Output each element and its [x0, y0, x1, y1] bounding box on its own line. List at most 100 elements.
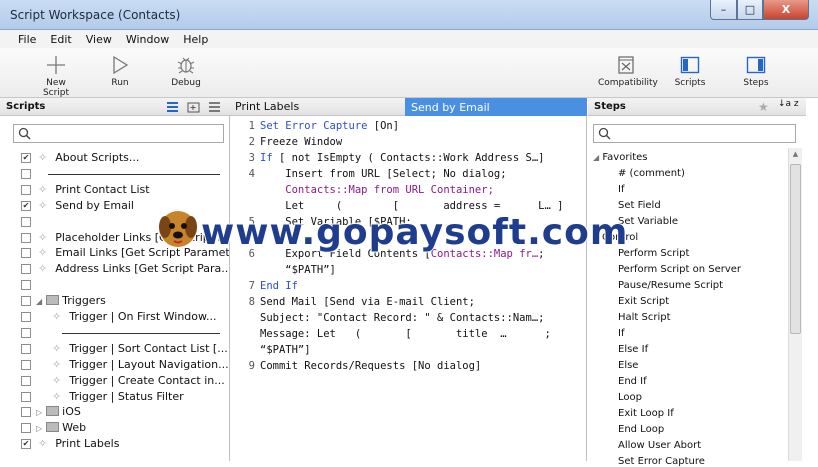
script-checkbox[interactable] [21, 168, 31, 179]
script-glyph-icon: ✧ [52, 310, 62, 323]
script-checkbox[interactable]: ✔ [21, 200, 31, 211]
compatibility-button[interactable]: Compatibility [598, 52, 658, 88]
script-checkbox[interactable]: ✔ [21, 153, 31, 163]
debug-button[interactable]: Debug [170, 52, 202, 88]
script-checkbox[interactable] [21, 359, 31, 370]
step-item[interactable]: Allow User Abort [618, 440, 701, 451]
script-line[interactable]: 2 Freeze Window [230, 135, 343, 150]
step-item[interactable]: Else If [618, 344, 648, 355]
step-item[interactable]: Else [618, 360, 638, 371]
menu-help[interactable]: Help [183, 33, 208, 46]
script-checkbox[interactable] [21, 312, 31, 322]
script-editor[interactable]: 1 Set Error Capture [On] 2 Freeze Window 3 If… [229, 116, 587, 461]
scripts-toggle-button[interactable]: Scripts [670, 52, 710, 88]
script-checkbox[interactable] [21, 391, 31, 402]
script-checkbox[interactable] [21, 280, 31, 291]
line-number: 9 [248, 360, 255, 372]
script-checkbox[interactable] [21, 264, 31, 275]
maximize-button[interactable]: □ [737, 0, 763, 20]
scroll-up-icon[interactable]: ▲ [790, 150, 801, 158]
step-item[interactable]: If [618, 184, 624, 195]
script-checkbox[interactable] [21, 296, 31, 307]
script-item[interactable]: ✧ About Scripts... [36, 151, 139, 167]
script-checkbox[interactable] [21, 216, 31, 227]
step-item[interactable]: Halt Script [618, 312, 671, 323]
collapsed-triangle-icon[interactable]: ▷ [36, 424, 42, 433]
scripts-toggle-label: Scripts [674, 78, 706, 88]
star-icon[interactable]: ★ [758, 100, 769, 114]
folder-item[interactable]: ▷ iOS [36, 405, 81, 421]
step-item[interactable]: Perform Script [618, 248, 689, 259]
collapsed-triangle-icon[interactable]: ▷ [36, 408, 42, 417]
script-step-text: Set Error Capture [260, 120, 368, 132]
scroll-thumb[interactable] [790, 164, 801, 334]
script-item[interactable]: ✧ Send by Email [36, 199, 134, 215]
steps-scrollbar[interactable]: ▲ [788, 148, 802, 461]
script-checkbox[interactable]: ✔ [21, 439, 31, 450]
new-script-button[interactable]: New Script [32, 52, 80, 98]
script-checkbox[interactable] [21, 327, 31, 338]
folder-icon [45, 422, 59, 433]
folder-item[interactable]: ◢ Triggers [36, 294, 106, 310]
script-line[interactable]: Message: Let ( [ title … ; [230, 327, 551, 342]
step-item[interactable]: End If [618, 376, 647, 387]
step-item[interactable]: Perform Script on Server [618, 264, 741, 275]
script-line[interactable]: “$PATH”] [230, 263, 336, 278]
script-line[interactable]: 1 Set Error Capture [On] [230, 119, 399, 134]
script-checkbox[interactable] [21, 232, 31, 243]
folder-item[interactable]: ▷ Web [36, 421, 86, 437]
script-line[interactable]: 7 End If [230, 279, 298, 294]
script-item[interactable]: ✧ Trigger | Layout Navigation... [50, 358, 229, 374]
script-item[interactable]: ✧ Trigger | On First Window... [50, 310, 216, 326]
menu-edit[interactable]: Edit [50, 33, 71, 46]
sort-icon[interactable]: ↓a z [778, 99, 799, 109]
tab-print-labels[interactable]: Print Labels [229, 98, 405, 116]
scripts-search-input[interactable] [13, 124, 224, 143]
script-item[interactable]: ✧ Print Contact List [36, 183, 150, 199]
step-item[interactable]: Set Field [618, 200, 661, 211]
expanded-triangle-icon[interactable]: ◢ [36, 297, 42, 306]
scripts-panel-header: Scripts [0, 98, 229, 116]
search-icon [18, 127, 31, 143]
script-item[interactable]: ✧ Address Links [Get Script Para... [36, 262, 232, 278]
script-checkbox[interactable] [21, 248, 31, 259]
close-button[interactable]: X [763, 0, 809, 20]
step-item[interactable]: If [618, 328, 624, 339]
script-line[interactable]: 3 If [ not IsEmpty ( Contacts::Work Addre… [230, 151, 545, 166]
script-item[interactable]: ✧ Trigger | Sort Contact List [... [50, 342, 228, 358]
step-item[interactable]: End Loop [618, 424, 664, 435]
menu-window[interactable]: Window [126, 33, 169, 46]
step-item[interactable]: Exit Loop If [618, 408, 674, 419]
list-view-icon[interactable] [166, 101, 179, 116]
script-checkbox[interactable] [21, 407, 31, 418]
run-button[interactable]: Run [105, 52, 135, 88]
step-item[interactable]: # (comment) [618, 168, 685, 179]
bug-icon [170, 52, 202, 78]
script-line[interactable]: Subject: "Contact Record: " & Contacts::… [230, 311, 544, 326]
step-item[interactable]: Loop [618, 392, 642, 403]
minimize-button[interactable]: – [710, 0, 737, 20]
step-item[interactable]: Pause/Resume Script [618, 280, 723, 291]
menu-file[interactable]: File [18, 33, 36, 46]
script-checkbox[interactable] [21, 423, 31, 434]
favorites-group[interactable]: ◢ Favorites [593, 152, 648, 163]
script-line[interactable]: 9 Commit Records/Requests [No dialog] [230, 359, 482, 374]
script-checkbox[interactable] [21, 184, 31, 195]
steps-toggle-button[interactable]: Steps [738, 52, 774, 88]
menu-lines-icon[interactable] [208, 101, 221, 116]
script-line[interactable]: “$PATH”] [230, 343, 311, 358]
script-line[interactable]: 4 Insert from URL [Select; No dialog; [230, 167, 507, 182]
script-checkbox[interactable] [21, 375, 31, 386]
script-item[interactable]: ✧ Trigger | Create Contact in... [50, 374, 225, 390]
new-folder-icon[interactable] [187, 101, 200, 116]
tab-send-by-email[interactable]: Send by Email [405, 98, 587, 116]
script-item[interactable]: ✧ Print Labels [36, 437, 119, 453]
step-item[interactable]: Exit Script [618, 296, 669, 307]
script-line[interactable]: Contacts::Map from URL Container; [230, 183, 494, 198]
steps-search-input[interactable] [593, 124, 796, 143]
menu-view[interactable]: View [86, 33, 112, 46]
step-item[interactable]: Set Error Capture [618, 456, 705, 467]
script-item[interactable]: ✧ Trigger | Status Filter [50, 390, 184, 406]
script-checkbox[interactable] [21, 343, 31, 354]
script-line[interactable]: 8 Send Mail [Send via E-mail Client; [230, 295, 475, 310]
